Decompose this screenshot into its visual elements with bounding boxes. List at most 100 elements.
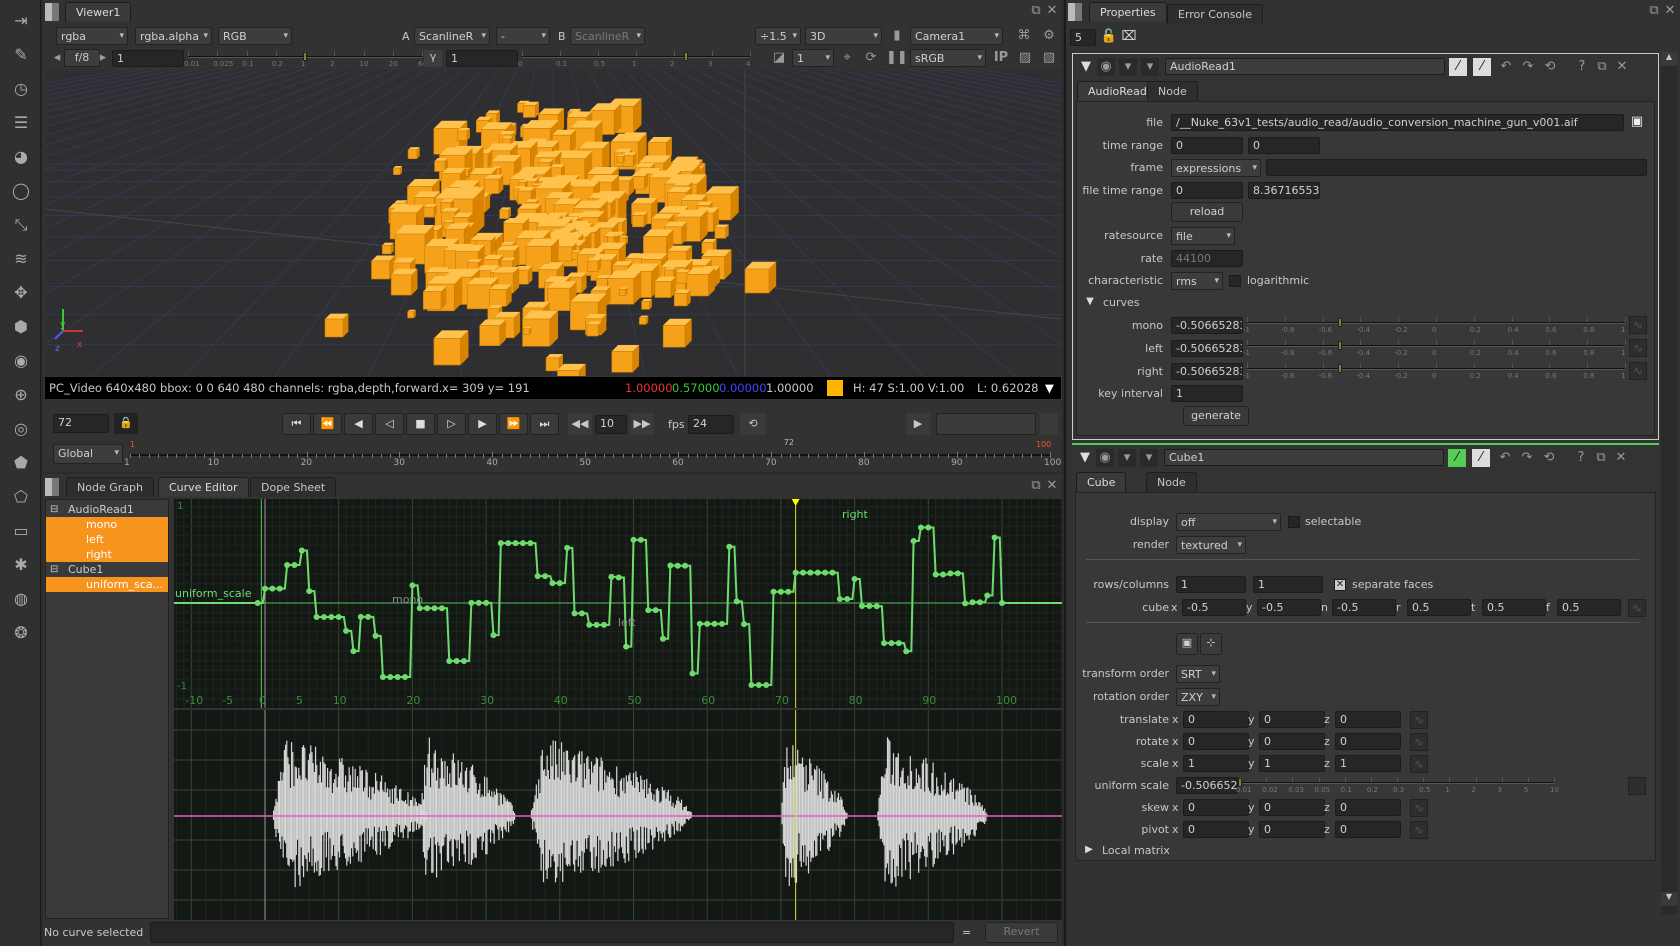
furnace-icon[interactable]: ⬠ bbox=[10, 488, 32, 510]
skew-animation-icon[interactable]: ∿ bbox=[1410, 799, 1428, 817]
slider-knob[interactable] bbox=[1238, 778, 1242, 787]
slider-knob[interactable] bbox=[684, 52, 689, 61]
pivot-z-field[interactable]: 0 bbox=[1335, 821, 1401, 838]
expand-icon[interactable]: ⊟ bbox=[50, 502, 58, 517]
generate-button[interactable]: generate bbox=[1183, 405, 1249, 426]
left-field[interactable]: -0.50665283 bbox=[1171, 340, 1243, 357]
cube-animation-icon[interactable]: ∿ bbox=[1628, 599, 1646, 617]
curve-graph[interactable]: -10 -5 0 5 10 20 30 40 50 60 70 80 90 100 1 -1 uniform_s… bbox=[174, 499, 1062, 708]
tab-cube[interactable]: Cube bbox=[1076, 472, 1127, 492]
other-icon[interactable]: ⬟ bbox=[10, 454, 32, 476]
prev-keyframe-icon[interactable]: ⏪ bbox=[313, 413, 342, 435]
channels-dropdown[interactable]: rgba bbox=[56, 27, 128, 45]
input-a-dropdown[interactable]: ScanlineR bbox=[414, 27, 490, 45]
roi-icon[interactable]: ⌖ bbox=[838, 49, 856, 67]
flipbook-icon[interactable]: ▶ bbox=[906, 413, 930, 435]
tab-audioread[interactable]: AudioRead bbox=[1077, 81, 1158, 101]
metadata-icon[interactable]: ⊕ bbox=[10, 386, 32, 408]
undo-icon[interactable]: ↶ bbox=[1496, 449, 1514, 467]
first-frame-icon[interactable]: ⏮ bbox=[282, 413, 311, 435]
close-icon[interactable]: ✕ bbox=[1612, 449, 1630, 467]
section-expand-icon[interactable]: ▼ bbox=[1081, 293, 1099, 311]
view-mode-dropdown[interactable]: 3D bbox=[805, 27, 882, 45]
merge-icon[interactable]: ≋ bbox=[10, 250, 32, 272]
input-b-dropdown[interactable]: ScanlineR bbox=[570, 27, 645, 45]
pivot-y-field[interactable]: 0 bbox=[1259, 821, 1325, 838]
rotation-order-dropdown[interactable]: ZXY bbox=[1176, 688, 1220, 706]
tree-item-cube1[interactable]: ⊟ Cube1 bbox=[46, 562, 168, 577]
separate-faces-checkbox[interactable]: ✕ bbox=[1334, 579, 1346, 591]
last-frame-icon[interactable]: ⏭ bbox=[530, 413, 559, 435]
slider-knob[interactable] bbox=[1338, 318, 1343, 328]
file-browser-icon[interactable]: ▣ bbox=[1628, 113, 1646, 131]
viewer-input-icon[interactable]: ▾ bbox=[1119, 58, 1137, 76]
tab-node[interactable]: Node bbox=[1147, 81, 1198, 101]
node-name-field[interactable]: Cube1 bbox=[1164, 449, 1444, 466]
curve-expression-field[interactable] bbox=[150, 922, 954, 943]
close-icon[interactable]: ✕ bbox=[1043, 477, 1061, 495]
tab-properties[interactable]: Properties bbox=[1089, 2, 1167, 22]
skew-y-field[interactable]: 0 bbox=[1259, 799, 1325, 816]
ofx-icon[interactable]: ▭ bbox=[10, 522, 32, 544]
lut-dropdown[interactable]: sRGB bbox=[910, 49, 986, 67]
redo-icon[interactable]: ↷ bbox=[1518, 449, 1536, 467]
node-color-icon[interactable]: ⁄ bbox=[1449, 58, 1467, 76]
frame-expression-field[interactable] bbox=[1266, 159, 1647, 177]
scale-y-field[interactable]: 1 bbox=[1259, 755, 1325, 772]
section-expand-icon[interactable]: ▶ bbox=[1080, 841, 1098, 859]
transform-order-dropdown[interactable]: SRT bbox=[1176, 665, 1220, 683]
cube-n-field[interactable]: -0.5 bbox=[1332, 599, 1396, 616]
draw-icon[interactable]: ✎ bbox=[10, 46, 32, 68]
gamma-slider[interactable]: 0 0.1 0.5 1 2 3 4 bbox=[518, 50, 751, 68]
ratesource-dropdown[interactable]: file bbox=[1171, 227, 1235, 245]
interactive-mode-icon[interactable]: ⌘ bbox=[1015, 27, 1033, 45]
3d-icon[interactable]: ⬢ bbox=[10, 318, 32, 340]
max-panels-field[interactable]: 5 bbox=[1070, 29, 1096, 46]
panel-grip-icon[interactable] bbox=[45, 478, 59, 496]
scale-x-field[interactable]: 1 bbox=[1183, 755, 1249, 772]
cube-f-field[interactable]: 0.5 bbox=[1557, 599, 1621, 616]
revert-icon[interactable]: ⟲ bbox=[1541, 58, 1559, 76]
tab-dope-sheet[interactable]: Dope Sheet bbox=[250, 477, 337, 497]
pivot-animation-icon[interactable]: ∿ bbox=[1410, 821, 1428, 839]
camera-lock-icon[interactable]: ▮ bbox=[888, 27, 906, 45]
skew-x-field[interactable]: 0 bbox=[1183, 799, 1249, 816]
help-icon[interactable]: ? bbox=[1573, 58, 1591, 76]
logarithmic-checkbox[interactable] bbox=[1229, 275, 1241, 288]
step-forward-increment-icon[interactable]: ▶▶ bbox=[630, 413, 654, 435]
scroll-down-icon[interactable]: ▼ bbox=[1661, 892, 1677, 906]
play-backward-icon[interactable]: ◁ bbox=[375, 413, 404, 435]
keyer-icon[interactable]: ⤡ bbox=[10, 216, 32, 238]
gl-color-icon[interactable]: ⁄ bbox=[1473, 58, 1491, 76]
audio-scrub-icon[interactable] bbox=[1040, 413, 1058, 435]
next-keyframe-icon[interactable]: ⏩ bbox=[499, 413, 528, 435]
redo-icon[interactable]: ↷ bbox=[1519, 58, 1537, 76]
camera-dropdown[interactable]: Camera1 bbox=[910, 27, 1003, 45]
slider-knob[interactable] bbox=[303, 52, 307, 61]
scale-animation-icon[interactable]: ∿ bbox=[1410, 755, 1428, 773]
viewer-icon[interactable]: ▾ bbox=[1140, 449, 1158, 467]
uniform-scale-animation-icon[interactable] bbox=[1628, 777, 1646, 795]
render-dropdown[interactable]: textured bbox=[1176, 536, 1246, 554]
overlay-icon[interactable]: ▨ bbox=[1016, 49, 1034, 67]
node-color-icon[interactable]: ⁄ bbox=[1448, 449, 1466, 467]
time-range-field-0[interactable]: 0 bbox=[1171, 136, 1243, 154]
close-icon[interactable]: ✕ bbox=[1661, 2, 1679, 20]
slider-knob[interactable] bbox=[1338, 341, 1343, 350]
translate-animation-icon[interactable]: ∿ bbox=[1410, 711, 1428, 729]
cube-y-field[interactable]: -0.5 bbox=[1257, 599, 1321, 616]
revert-button[interactable]: Revert bbox=[985, 922, 1058, 943]
close-icon[interactable]: ✕ bbox=[1043, 2, 1061, 20]
filter-icon[interactable]: ◯ bbox=[10, 182, 32, 204]
tab-error-console[interactable]: Error Console bbox=[1167, 4, 1263, 24]
rotate-x-field[interactable]: 0 bbox=[1183, 733, 1249, 750]
lock-frame-icon[interactable]: 🔒 bbox=[114, 413, 138, 434]
rotate-z-field[interactable]: 0 bbox=[1335, 733, 1401, 750]
clip-warning-icon[interactable]: ◪ bbox=[770, 49, 788, 67]
step-back-icon[interactable]: ◀ bbox=[344, 413, 373, 435]
step-back-increment-icon[interactable]: ◀◀ bbox=[568, 413, 592, 435]
file-time-range-field-0[interactable]: 0 bbox=[1171, 181, 1243, 199]
scroll-up-icon[interactable]: ▲ bbox=[1661, 52, 1677, 66]
mono-slider[interactable]: -1 -0.8 -0.6 -0.4 -0.2 0 0.2 0.4 0.6 0.8 1 bbox=[1243, 316, 1626, 334]
tab-curve-editor[interactable]: Curve Editor bbox=[158, 477, 249, 497]
